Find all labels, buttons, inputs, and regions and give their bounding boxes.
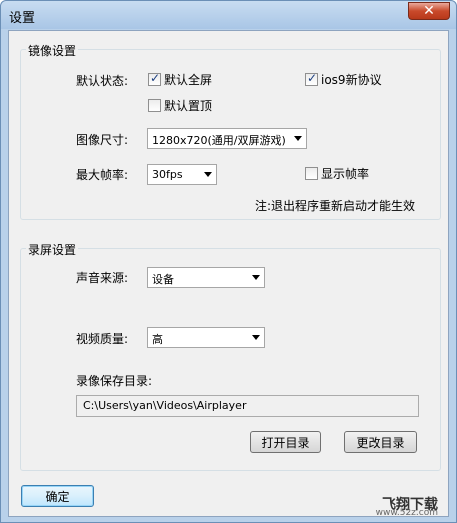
open-dir-button[interactable]: 打开目录 bbox=[250, 431, 321, 453]
save-dir-label: 录像保存目录: bbox=[76, 374, 153, 388]
ok-button[interactable]: 确定 bbox=[21, 485, 94, 507]
checkbox-unchecked-icon bbox=[148, 99, 161, 112]
fullscreen-label: 默认全屏 bbox=[164, 73, 213, 87]
ios9-protocol-label: ios9新协议 bbox=[321, 73, 382, 87]
checkbox-unchecked-icon bbox=[305, 167, 318, 180]
save-dir-value: C:\Users\yan\Videos\Airplayer bbox=[83, 399, 247, 412]
client-area: 镜像设置 默认状态: 默认全屏 ios9新协议 默认置顶 图像尺寸: 1280x… bbox=[8, 30, 449, 518]
record-settings-title: 录屏设置 bbox=[26, 241, 79, 258]
window-title: 设置 bbox=[9, 11, 36, 26]
chevron-down-icon bbox=[294, 136, 302, 141]
chevron-down-icon bbox=[252, 335, 260, 340]
image-size-value: 1280x720(通用/双屏游戏) bbox=[152, 134, 286, 147]
save-dir-field[interactable]: C:\Users\yan\Videos\Airplayer bbox=[76, 395, 419, 417]
title-bar[interactable]: 设置 ✕ bbox=[1, 1, 456, 29]
video-quality-label: 视频质量: bbox=[76, 332, 129, 346]
checkbox-checked-icon bbox=[305, 71, 318, 86]
audio-source-value: 设备 bbox=[152, 273, 174, 286]
show-fps-checkbox[interactable]: 显示帧率 bbox=[305, 165, 369, 182]
restart-note: 注:退出程序重新启动才能生效 bbox=[255, 199, 416, 213]
audio-source-select[interactable]: 设备 bbox=[147, 267, 265, 288]
checkbox-checked-icon bbox=[148, 71, 161, 86]
open-dir-label: 打开目录 bbox=[261, 435, 310, 450]
chevron-down-icon bbox=[252, 275, 260, 280]
watermark-url: www.52z.com bbox=[375, 508, 438, 518]
max-fps-select[interactable]: 30fps bbox=[147, 164, 217, 185]
fullscreen-checkbox[interactable]: 默认全屏 bbox=[148, 71, 212, 88]
image-size-label: 图像尺寸: bbox=[76, 133, 129, 147]
mirror-settings-group: 镜像设置 默认状态: 默认全屏 ios9新协议 默认置顶 图像尺寸: 1280x… bbox=[20, 42, 441, 220]
default-state-label: 默认状态: bbox=[76, 74, 129, 88]
image-size-select[interactable]: 1280x720(通用/双屏游戏) bbox=[147, 128, 307, 149]
change-dir-label: 更改目录 bbox=[356, 435, 405, 450]
chevron-down-icon bbox=[204, 172, 212, 177]
video-quality-select[interactable]: 高 bbox=[147, 327, 265, 348]
settings-window: 设置 ✕ 镜像设置 默认状态: 默认全屏 ios9新协议 默认置顶 图像尺寸: bbox=[0, 0, 457, 523]
change-dir-button[interactable]: 更改目录 bbox=[344, 431, 417, 453]
record-settings-group: 录屏设置 声音来源: 设备 视频质量: 高 录像保存目录: C:\Users\y… bbox=[20, 241, 441, 471]
max-fps-label: 最大帧率: bbox=[76, 168, 129, 182]
max-fps-value: 30fps bbox=[152, 168, 183, 181]
video-quality-value: 高 bbox=[152, 333, 163, 346]
audio-source-label: 声音来源: bbox=[76, 271, 129, 285]
show-fps-label: 显示帧率 bbox=[321, 167, 370, 181]
close-button[interactable]: ✕ bbox=[408, 2, 450, 20]
pin-top-label: 默认置顶 bbox=[164, 99, 213, 113]
ok-label: 确定 bbox=[45, 489, 70, 504]
mirror-settings-title: 镜像设置 bbox=[26, 42, 79, 59]
close-icon: ✕ bbox=[423, 3, 435, 19]
ios9-protocol-checkbox[interactable]: ios9新协议 bbox=[305, 71, 382, 88]
pin-top-checkbox[interactable]: 默认置顶 bbox=[148, 97, 212, 114]
